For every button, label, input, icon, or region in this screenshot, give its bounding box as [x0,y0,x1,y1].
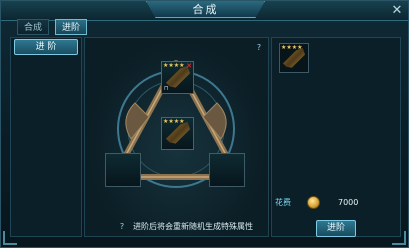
synthesis-window: 合成 ✕ 合成 进阶 进 阶 ? ★★★★ ✕ ⊓ ★★★★ ? 进阶后将会重新… [0,0,409,248]
advance-button[interactable]: 进阶 [316,220,356,237]
star-rating: ★★★★ [163,118,185,125]
category-list-panel [10,37,82,237]
tab-synthesis[interactable]: 合成 [17,19,49,35]
cost-label: 花费 [275,198,291,207]
info-icon: ? [119,222,125,231]
material-slot-top[interactable]: ★★★★ ✕ ⊓ [161,61,194,94]
star-rating: ★★★★ [163,62,185,69]
gold-coin-icon [307,196,320,209]
weapon-icon [166,122,190,144]
remove-item-icon[interactable]: ✕ [186,62,192,70]
lock-icon: ⊓ [164,85,169,92]
category-item-advance[interactable]: 进 阶 [14,39,78,55]
corner-ornament [392,231,406,245]
result-item-slot[interactable]: ★★★★ [279,43,309,73]
window-title: 合成 [192,3,219,16]
close-button[interactable]: ✕ [387,2,407,19]
material-slot-middle[interactable]: ★★★★ [161,117,194,150]
material-slot-right[interactable] [209,153,245,187]
help-icon[interactable]: ? [254,43,264,53]
material-slot-left[interactable] [105,153,141,187]
advance-notice-text: 进阶后将会重新随机生成特殊属性 [133,222,253,231]
weapon-icon [283,48,305,68]
tab-advance[interactable]: 进阶 [55,19,87,35]
corner-ornament [3,231,17,245]
cost-value: 7000 [338,198,359,207]
star-rating: ★★★★ [281,44,303,51]
